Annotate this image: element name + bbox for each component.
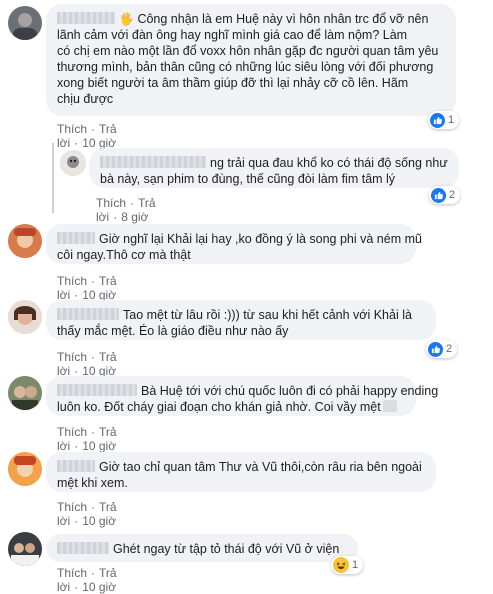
comment-actions: Thích · Trả lời · 10 giờ [57,566,117,594]
comment-text-line: thương mình, bản thân cũng có những lúc … [57,60,434,74]
comment-line: Giờ tao chỉ quan tâm Thư và Vũ thôi,còn … [57,459,425,475]
avatar-image [60,150,86,176]
comment-text-line: bà này, sạn phim to đùng, thế cũng đòi l… [100,172,396,186]
comment-line: Giờ nghĩ lại Khải lại hay ,ko đồng ý là … [57,231,422,247]
redacted-name [57,384,137,396]
avatar-image [8,452,42,486]
comment-text-line: mệt khi xem. [57,476,128,490]
comment-text-line: thấy mắc mệt. Éo là giáo điều như nào ấy [57,324,289,338]
separator-dot: · [91,500,96,514]
comment-line: luôn ko. Đốt cháy giai đoạn cho khán giả… [57,399,405,415]
comment-text-line: Ghét ngay từ tập tỏ thái độ với Vũ ở việ… [113,542,340,556]
comment-bubble: Ghét ngay từ tập tỏ thái độ với Vũ ở việ… [46,534,358,562]
reaction-number: 2 [446,343,453,355]
separator-dot: · [91,350,96,364]
avatar-image [8,300,42,334]
comment-actions: Thích · Trả lời · 10 giờ [57,500,117,528]
comment-text-line: Giờ tao chỉ quan tâm Thư và Vũ thôi,còn … [99,460,422,474]
comment-line: 🖐 Công nhận là em Huệ này vì hôn nhân tr… [57,11,445,27]
reaction-number: 1 [448,114,455,126]
comment-text-line: côi ngay.Thô cơ mà thật [57,248,191,262]
comment-text-line: Công nhận là em Huệ này vì hôn nhân trc … [137,12,429,26]
redacted-name [57,308,119,320]
reaction-number: 2 [449,189,456,201]
timestamp[interactable]: 10 giờ [82,580,116,594]
redacted-name [57,542,109,554]
comment-text-line: chịu được [57,92,114,106]
comment-line: Ghét ngay từ tập tỏ thái độ với Vũ ở việ… [57,541,347,557]
avatar[interactable] [60,150,86,176]
avatar[interactable] [8,452,42,486]
redacted-name [57,232,95,244]
separator-dot: · [91,425,96,439]
reaction-count[interactable]: 2 [426,340,458,358]
reply-thread-line [52,143,54,213]
hand-icon: 🖐 [119,12,134,26]
reaction-number: 1 [352,559,359,571]
thumbs-up-icon [431,187,446,203]
separator-dot: · [74,439,79,453]
redacted-name [100,156,206,168]
like-link[interactable]: Thích [57,425,87,439]
comment-text-line: xong biết người ta âm thầm giúp đỡ thì l… [57,76,409,90]
comment-bubble: ng trải qua đau khổ ko có thái độ sống n… [89,148,459,188]
timestamp[interactable]: 10 giờ [82,514,116,528]
reaction-count[interactable]: 2 [429,186,461,204]
timestamp[interactable]: 10 giờ [82,439,116,453]
comment-line: Tao mệt từ lâu rồi :))) từ sau khi hết c… [57,307,425,323]
separator-dot: · [130,196,135,210]
comment-actions: Thích · Trả lời · 10 giờ [57,122,117,150]
avatar[interactable] [8,532,42,566]
redacted-name [57,460,95,472]
comment-actions: Thích · Trả lời · 8 giờ [96,196,156,224]
comment-bubble: Tao mệt từ lâu rồi :))) từ sau khi hết c… [46,300,436,340]
separator-dot: · [91,274,96,288]
like-link[interactable]: Thích [57,500,87,514]
comment-text-line: Giờ nghĩ lại Khải lại hay ,ko đồng ý là … [99,232,422,246]
comment-text-line: luôn ko. Đốt cháy giai đoạn cho khán giả… [57,400,381,414]
comment-text-line: lãnh cảm với đàn ông hay nghĩ mình giá c… [57,28,408,42]
redacted-text [382,400,397,412]
reaction-count[interactable]: 1 [428,111,460,129]
avatar-image [8,532,42,566]
comment-text-line: ng trải qua đau khổ ko có thái độ sống n… [210,156,448,170]
like-link[interactable]: Thích [57,122,87,136]
avatar[interactable] [8,6,42,40]
like-link[interactable]: Thích [96,196,126,210]
like-link[interactable]: Thích [57,566,87,580]
comment-text-line: Tao mệt từ lâu rồi :))) từ sau khi hết c… [123,308,412,322]
redacted-name [57,12,115,24]
separator-dot: · [74,580,79,594]
comment-bubble: Giờ nghĩ lại Khải lại hay ,ko đồng ý là … [46,224,422,264]
reaction-count[interactable]: 1 [331,556,364,574]
comment-line: Bà Huệ tới với chú quốc luôn đi có phải … [57,383,438,399]
comment-bubble: Giờ tao chỉ quan tâm Thư và Vũ thôi,còn … [46,452,436,492]
separator-dot: · [91,122,96,136]
separator-dot: · [74,514,79,528]
comment-actions: Thích · Trả lời · 10 giờ [57,274,117,302]
like-link[interactable]: Thích [57,274,87,288]
separator-dot: · [91,566,96,580]
thumbs-up-icon [430,112,445,128]
avatar-image [8,6,42,40]
avatar[interactable] [8,224,42,258]
avatar-image [8,224,42,258]
comment-bubble: Bà Huệ tới với chú quốc luôn đi có phải … [46,376,438,416]
avatar[interactable] [8,300,42,334]
comment-bubble: 🖐 Công nhận là em Huệ này vì hôn nhân tr… [46,4,456,116]
thumbs-up-icon [428,341,443,357]
haha-emoji-icon [333,557,349,573]
timestamp[interactable]: 8 giờ [121,210,148,224]
comment-line: ng trải qua đau khổ ko có thái độ sống n… [100,155,448,171]
avatar-image [8,376,42,410]
comment-text-line: có chị em nào một lần đổ voxx hôn nhân g… [57,44,439,58]
comment-text-line: Bà Huệ tới với chú quốc luôn đi có phải … [141,384,439,398]
like-link[interactable]: Thích [57,350,87,364]
separator-dot: · [113,210,118,224]
avatar[interactable] [8,376,42,410]
comment-actions: Thích · Trả lời · 10 giờ [57,425,117,453]
separator-dot: · [74,136,79,150]
comment-actions: Thích · Trả lời · 10 giờ [57,350,117,378]
